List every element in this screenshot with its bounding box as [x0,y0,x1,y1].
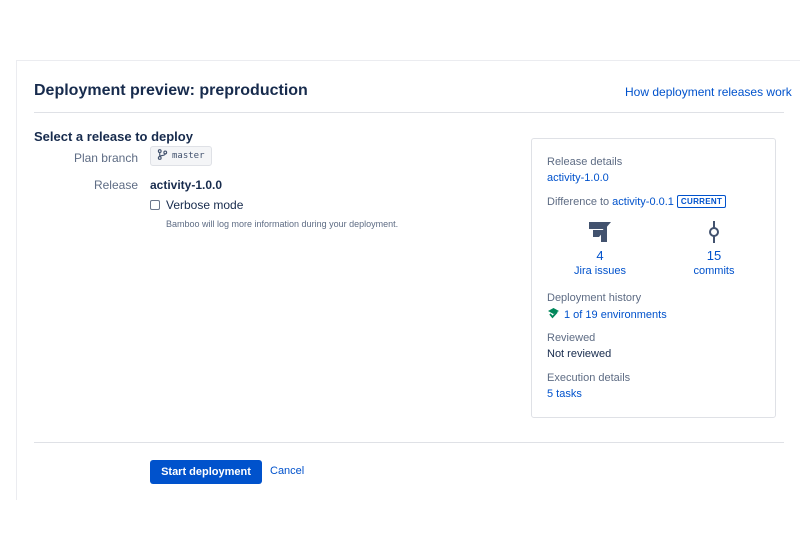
difference-version-link[interactable]: activity-0.0.1 [612,196,674,208]
start-deployment-button[interactable]: Start deployment [150,460,262,484]
dialog-title: Deployment preview: preproduction [34,82,308,99]
release-details-link[interactable]: activity-1.0.0 [547,172,609,184]
jira-issues-label: Jira issues [574,265,626,277]
commits-count: 15 [706,248,722,263]
release-details-label: Release details [547,156,623,168]
footer-divider [34,442,784,443]
verbose-mode-help: Bamboo will log more information during … [166,219,399,229]
jira-icon [560,218,640,246]
jira-issues-count: 4 [596,248,604,263]
execution-details-label: Execution details [547,372,631,384]
plan-branch-chip[interactable]: master [150,146,212,166]
verbose-mode-checkbox[interactable] [150,200,160,210]
deployment-history-link[interactable]: 1 of 19 environments [564,309,667,321]
section-heading: Select a release to deploy [34,129,193,144]
cancel-button[interactable]: Cancel [270,465,304,477]
execution-details-link[interactable]: 5 tasks [547,388,582,400]
branch-icon [157,149,168,163]
help-link[interactable]: How deployment releases work [625,85,792,99]
release-label: Release [93,178,138,192]
difference-prefix: Difference to [547,195,610,208]
deployment-history-row[interactable]: 1 of 19 environments [547,307,667,322]
deployment-success-icon [547,307,560,322]
commits-label: commits [693,265,735,277]
reviewed-value: Not reviewed [547,348,612,360]
commits-stat[interactable]: 15 commits [674,218,754,277]
deployment-history-label: Deployment history [547,292,642,304]
current-badge: CURRENT [676,195,727,208]
jira-issues-stat[interactable]: 4 Jira issues [560,218,640,277]
verbose-mode-option[interactable]: Verbose mode [150,198,243,212]
plan-branch-label: Plan branch [73,151,138,165]
plan-branch-value: master [172,151,205,161]
header-divider [34,112,784,113]
reviewed-label: Reviewed [547,332,596,344]
verbose-mode-label: Verbose mode [166,198,244,212]
difference-row: Difference to activity-0.0.1 CURRENT [547,195,727,208]
release-value: activity-1.0.0 [150,178,223,192]
commit-icon [674,218,754,246]
